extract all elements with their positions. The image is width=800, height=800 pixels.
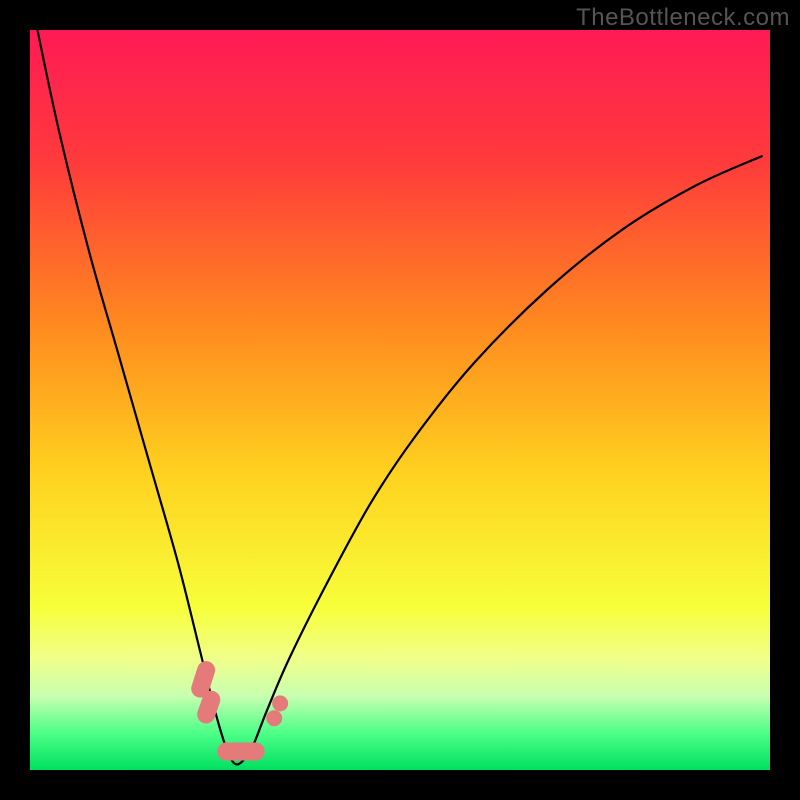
chart-plot (30, 30, 770, 770)
gradient-background (30, 30, 770, 770)
marker-dot (272, 695, 288, 711)
marker-dot (266, 710, 282, 726)
watermark-text: TheBottleneck.com (576, 4, 790, 32)
marker-capsule (200, 670, 206, 689)
marker-capsule (206, 700, 211, 715)
chart-frame (30, 30, 770, 770)
